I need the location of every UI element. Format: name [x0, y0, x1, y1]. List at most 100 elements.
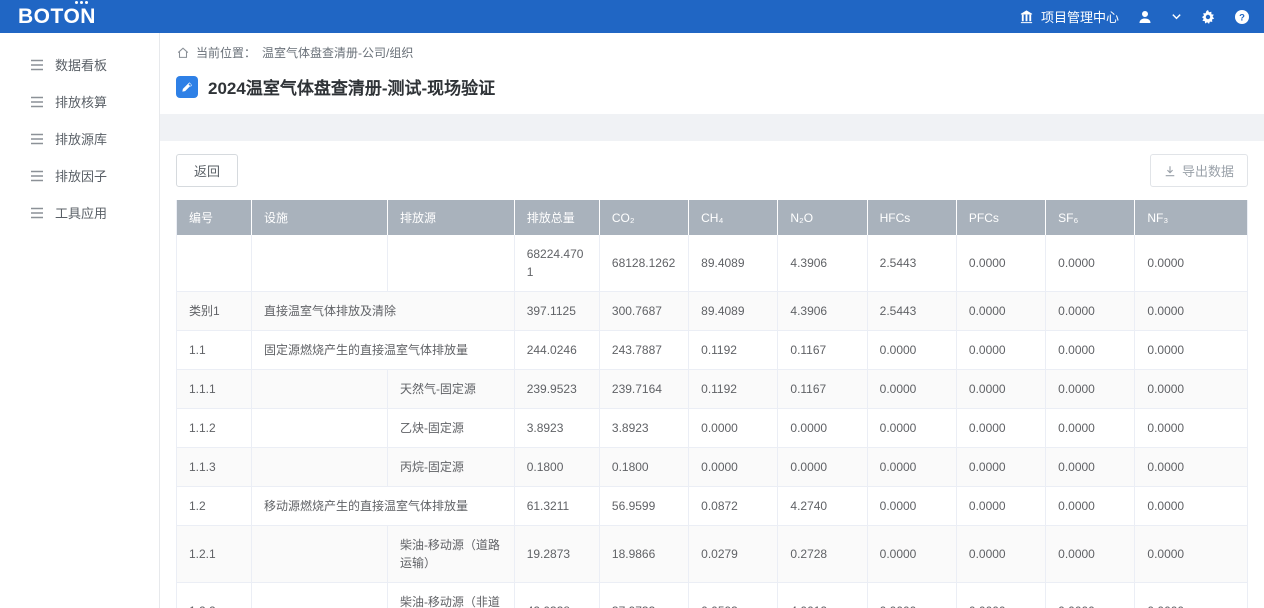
export-data-button[interactable]: 导出数据 [1150, 154, 1248, 187]
settings-gear-icon[interactable] [1200, 9, 1216, 25]
cell-value-5: 0.0000 [956, 235, 1045, 292]
cell-value-6: 0.0000 [1046, 235, 1135, 292]
table-body: 68224.470168128.126289.40894.39062.54430… [177, 235, 1248, 608]
cell-value-0: 19.2873 [514, 526, 599, 583]
cell-value-6: 0.0000 [1046, 487, 1135, 526]
table-row: 1.2.2柴油-移动源（非道路运输）42.033837.97330.05934.… [177, 583, 1248, 608]
project-center-label: 项目管理中心 [1041, 7, 1119, 26]
cell-value-7: 0.0000 [1135, 235, 1248, 292]
menu-list-icon [30, 207, 44, 219]
help-icon[interactable]: ? [1234, 9, 1250, 25]
sidebar-item-4[interactable]: 工具应用 [0, 194, 159, 231]
table-row: 类别1直接温室气体排放及清除397.1125300.768789.40894.3… [177, 292, 1248, 331]
cell-value-2: 0.0593 [689, 583, 778, 608]
cell-number: 1.1.2 [177, 409, 252, 448]
cell-value-0: 42.0338 [514, 583, 599, 608]
breadcrumb-path[interactable]: 温室气体盘查清册-公司/组织 [262, 44, 413, 61]
cell-value-3: 0.1167 [778, 331, 867, 370]
menu-list-icon [30, 59, 44, 71]
table-row: 1.2.1柴油-移动源（道路运输）19.287318.98660.02790.2… [177, 526, 1248, 583]
cell-value-0: 239.9523 [514, 370, 599, 409]
column-header-0: 编号 [177, 200, 252, 235]
cell-value-3: 0.0000 [778, 448, 867, 487]
cell-value-3: 4.3906 [778, 292, 867, 331]
column-header-10: NF₃ [1135, 200, 1248, 235]
table-header: 编号设施排放源排放总量CO₂CH₄N₂OHFCsPFCsSF₆NF₃ [177, 200, 1248, 235]
cell-value-2: 0.0000 [689, 448, 778, 487]
page-title: 2024温室气体盘查清册-测试-现场验证 [208, 74, 495, 99]
cell-facility: 直接温室气体排放及清除 [252, 292, 515, 331]
table-row: 1.1.1天然气-固定源239.9523239.71640.11920.1167… [177, 370, 1248, 409]
sidebar-item-label: 数据看板 [55, 55, 107, 74]
cell-value-3: 4.2740 [778, 487, 867, 526]
cell-value-6: 0.0000 [1046, 292, 1135, 331]
logo-dots-decoration [75, 1, 88, 4]
column-header-2: 排放源 [387, 200, 514, 235]
cell-value-3: 0.2728 [778, 526, 867, 583]
svg-text:?: ? [1239, 12, 1245, 23]
cell-value-5: 0.0000 [956, 409, 1045, 448]
home-icon [176, 46, 190, 60]
cell-value-4: 0.0000 [867, 370, 956, 409]
main-content: 当前位置： 温室气体盘查清册-公司/组织 2024温室气体盘查清册-测试-现场验… [160, 33, 1264, 608]
app-logo: BOTON [18, 5, 96, 29]
topbar: BOTON 项目管理中心 ? [0, 0, 1264, 33]
menu-list-icon [30, 170, 44, 182]
cell-value-4: 0.0000 [867, 448, 956, 487]
sidebar: 数据看板排放核算排放源库排放因子工具应用 [0, 33, 160, 608]
cell-value-4: 0.0000 [867, 331, 956, 370]
cell-value-6: 0.0000 [1046, 331, 1135, 370]
breadcrumb: 当前位置： 温室气体盘查清册-公司/组织 [176, 44, 1248, 61]
cell-emission-source: 乙炔-固定源 [387, 409, 514, 448]
cell-value-0: 3.8923 [514, 409, 599, 448]
back-button[interactable]: 返回 [176, 154, 238, 187]
chevron-down-icon[interactable] [1171, 11, 1182, 22]
cell-value-7: 0.0000 [1135, 331, 1248, 370]
cell-number: 1.1.3 [177, 448, 252, 487]
cell-value-6: 0.0000 [1046, 409, 1135, 448]
cell-value-6: 0.0000 [1046, 526, 1135, 583]
cell-number [177, 235, 252, 292]
edit-icon [176, 76, 198, 98]
cell-value-0: 61.3211 [514, 487, 599, 526]
cell-value-4: 2.5443 [867, 292, 956, 331]
cell-value-5: 0.0000 [956, 583, 1045, 608]
column-header-9: SF₆ [1046, 200, 1135, 235]
menu-list-icon [30, 133, 44, 145]
column-header-8: PFCs [956, 200, 1045, 235]
sidebar-item-0[interactable]: 数据看板 [0, 46, 159, 83]
cell-value-3: 0.1167 [778, 370, 867, 409]
column-header-4: CO₂ [599, 200, 688, 235]
cell-value-6: 0.0000 [1046, 370, 1135, 409]
building-icon [1019, 9, 1034, 24]
column-header-6: N₂O [778, 200, 867, 235]
toolbar: 返回 导出数据 [176, 154, 1248, 187]
project-center-button[interactable]: 项目管理中心 [1019, 7, 1119, 26]
cell-value-0: 244.0246 [514, 331, 599, 370]
sidebar-item-1[interactable]: 排放核算 [0, 83, 159, 120]
cell-value-1: 243.7887 [599, 331, 688, 370]
column-header-1: 设施 [252, 200, 388, 235]
table-row: 1.1.3丙烷-固定源0.18000.18000.00000.00000.000… [177, 448, 1248, 487]
cell-value-1: 239.7164 [599, 370, 688, 409]
cell-value-6: 0.0000 [1046, 583, 1135, 608]
cell-value-5: 0.0000 [956, 487, 1045, 526]
cell-value-4: 0.0000 [867, 526, 956, 583]
user-avatar-icon[interactable] [1137, 9, 1153, 25]
cell-emission-source: 丙烷-固定源 [387, 448, 514, 487]
sidebar-item-2[interactable]: 排放源库 [0, 120, 159, 157]
cell-value-5: 0.0000 [956, 331, 1045, 370]
app-logo-text: BOTON [18, 5, 96, 28]
cell-number: 1.1 [177, 331, 252, 370]
cell-value-4: 0.0000 [867, 487, 956, 526]
sidebar-item-3[interactable]: 排放因子 [0, 157, 159, 194]
cell-value-2: 0.1192 [689, 331, 778, 370]
table-row: 1.1.2乙炔-固定源3.89233.89230.00000.00000.000… [177, 409, 1248, 448]
cell-value-7: 0.0000 [1135, 487, 1248, 526]
table-row: 68224.470168128.126289.40894.39062.54430… [177, 235, 1248, 292]
page-header-card: 当前位置： 温室气体盘查清册-公司/组织 2024温室气体盘查清册-测试-现场验… [160, 33, 1264, 114]
cell-facility [252, 583, 388, 608]
cell-value-2: 0.0872 [689, 487, 778, 526]
sidebar-item-label: 工具应用 [55, 203, 107, 222]
cell-value-5: 0.0000 [956, 526, 1045, 583]
